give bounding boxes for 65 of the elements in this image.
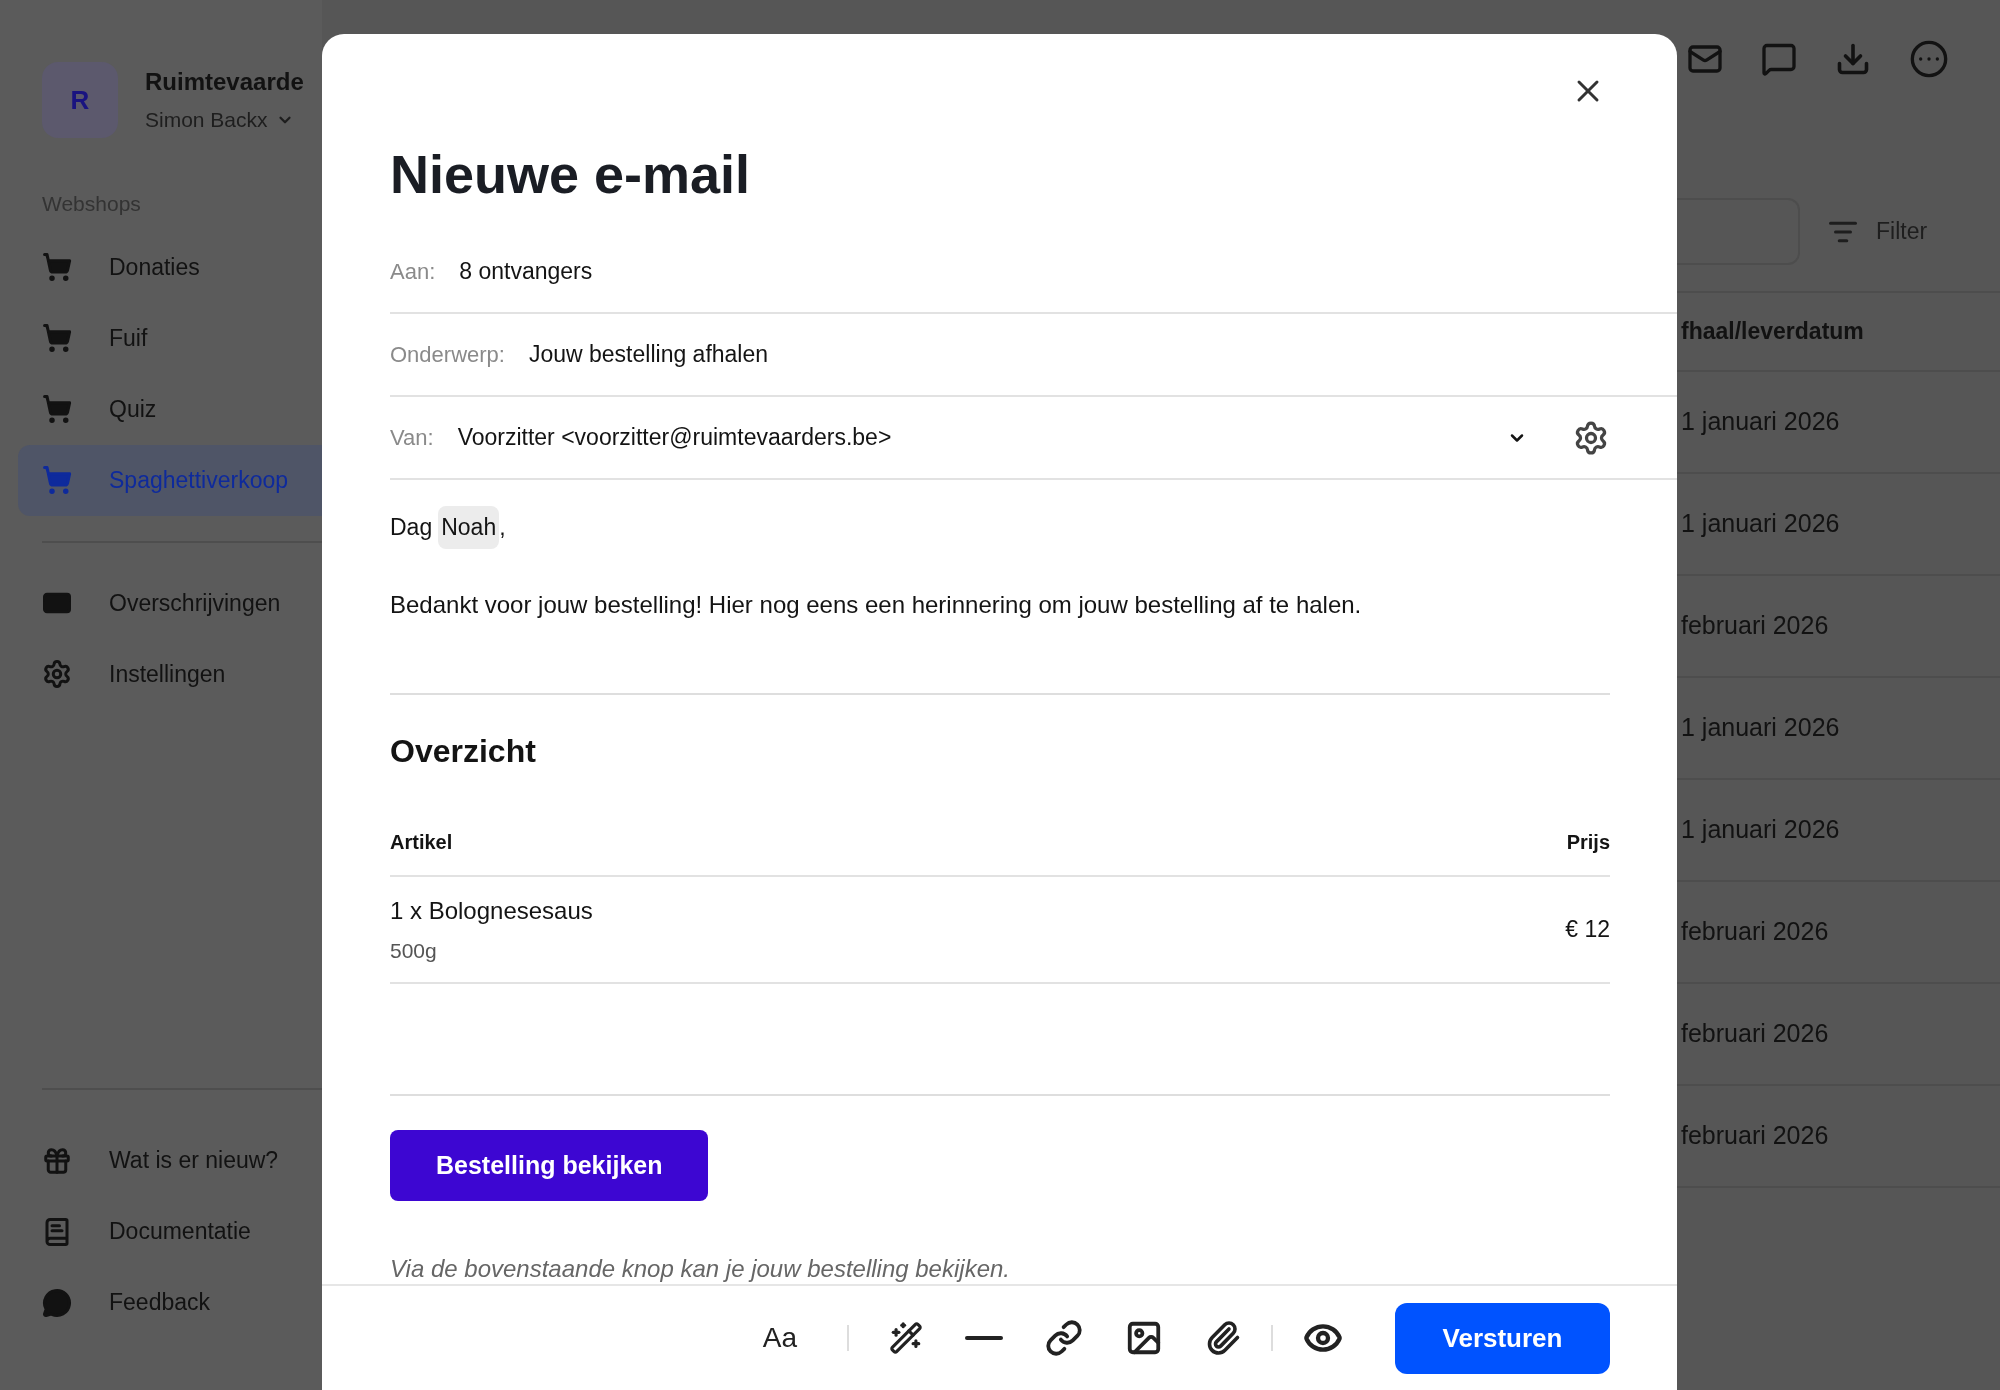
shopping-cart-icon: [42, 465, 72, 495]
item-price: € 12: [1565, 915, 1610, 944]
sidebar-item[interactable]: Documentatie: [18, 1196, 322, 1267]
dialog-title: Nieuwe e-mail: [390, 147, 752, 201]
field-label: Aan:: [390, 258, 436, 286]
image-button[interactable]: [1125, 1319, 1163, 1357]
text-format-button[interactable]: Aa: [752, 1317, 807, 1359]
chat-icon[interactable]: [1761, 41, 1797, 77]
link-icon: [1045, 1319, 1083, 1357]
sidebar-item[interactable]: Feedback: [18, 1267, 322, 1338]
table-cell-text: februari 2026: [1681, 610, 1829, 642]
table-cell-text: 1 januari 2026: [1681, 814, 1840, 846]
overview-heading: Overzicht: [390, 731, 537, 771]
search-field[interactable]: [1677, 198, 1800, 265]
sender-select[interactable]: Voorzitter <voorzitter@ruimtevaarders.be>: [457, 420, 1533, 455]
divider-button[interactable]: [965, 1336, 1003, 1340]
magic-wand-button[interactable]: [889, 1321, 923, 1355]
sidebar-item[interactable]: Donaties: [18, 231, 322, 303]
sidebar-item[interactable]: Fuif: [18, 302, 322, 374]
shopping-cart-icon: [42, 323, 72, 353]
sidebar-item[interactable]: Overschrijvingen: [18, 567, 322, 639]
greeting-text: Dag: [390, 513, 433, 542]
image-icon: [1125, 1319, 1163, 1357]
table-cell-text: februari 2026: [1681, 1120, 1829, 1152]
column-header: fhaal/leverdatum: [1677, 293, 2000, 372]
subject-field[interactable]: Jouw bestelling afhalen: [528, 337, 1609, 372]
user-switcher[interactable]: Simon Backx: [145, 104, 304, 136]
column-header: Artikel: [390, 829, 453, 855]
settings-icon: [1573, 419, 1609, 456]
gift-icon: [42, 1145, 72, 1176]
sidebar-item[interactable]: Wat is er nieuw?: [18, 1125, 322, 1196]
attachment-button[interactable]: [1205, 1320, 1241, 1356]
view-order-button[interactable]: Bestelling bekijken: [390, 1130, 709, 1201]
recipients-value[interactable]: 8 ontvangers: [459, 254, 593, 289]
send-button[interactable]: Versturen: [1395, 1302, 1610, 1374]
more-icon[interactable]: [1909, 39, 1949, 79]
filter-button[interactable]: Filter: [1828, 214, 1928, 249]
name-variable[interactable]: Noah: [438, 506, 500, 549]
field-label: Van:: [390, 424, 434, 452]
table-cell-text: 1 januari 2026: [1681, 712, 1840, 744]
table-cell-text: 1 januari 2026: [1681, 508, 1840, 540]
item-description: 500g: [390, 937, 438, 964]
table-cell-text: februari 2026: [1681, 1018, 1829, 1050]
field-label: Onderwerp:: [390, 341, 505, 369]
org-name: Ruimtevaarde: [145, 67, 304, 98]
chat-bubble-icon: [42, 1287, 72, 1318]
shopping-cart-icon: [42, 252, 72, 282]
link-button[interactable]: [1045, 1319, 1083, 1357]
settings-button[interactable]: [1573, 419, 1609, 456]
note-text: Via de bovenstaande knop kan je jouw bestelling bekijken.: [390, 1254, 1011, 1284]
table-cell-text: februari 2026: [1681, 916, 1829, 948]
magic-wand-icon: [889, 1321, 923, 1355]
download-icon[interactable]: [1835, 41, 1871, 77]
sidebar-item[interactable]: Quiz: [18, 373, 322, 445]
column-header: Prijs: [1566, 829, 1610, 855]
paperclip-icon: [1205, 1320, 1241, 1356]
greeting-punctuation: ,: [499, 513, 506, 542]
table-cell-text: 1 januari 2026: [1681, 406, 1840, 438]
gear-icon: [42, 659, 72, 689]
sidebar-item[interactable]: Instellingen: [18, 638, 322, 710]
sidebar-item[interactable]: Spaghettiverkoop: [18, 444, 322, 516]
shopping-cart-icon: [42, 394, 72, 424]
org-logo: R: [42, 62, 118, 138]
item-name: 1 x Bolognesesaus: [390, 895, 593, 926]
body-paragraph: Bedankt voor jouw bestelling! Hier nog eens een herinnering om jouw bestelling af te halen.: [390, 589, 1363, 620]
